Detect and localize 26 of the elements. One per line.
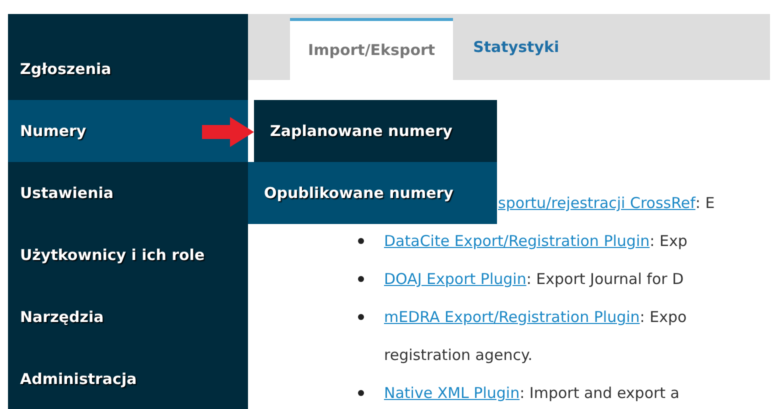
plugin-description: : Import and export a xyxy=(520,383,680,404)
bullet-icon xyxy=(358,390,364,396)
tab[interactable]: Import/Eksport xyxy=(290,18,454,80)
arrow-icon xyxy=(202,117,254,147)
bullet-icon xyxy=(358,238,364,244)
plugin-description: : Export Journal for D xyxy=(526,269,684,290)
bullet-icon xyxy=(358,276,364,282)
tab[interactable]: Statystyki xyxy=(453,14,580,80)
submenu-item[interactable]: Opublikowane numery xyxy=(248,162,497,224)
plugin-link[interactable]: Native XML Plugin xyxy=(384,374,520,409)
sidebar-item[interactable]: Zgłoszenia xyxy=(8,14,248,100)
bullet-icon xyxy=(358,314,364,320)
plugin-description: : E xyxy=(695,193,715,214)
plugin-link[interactable]: DataCite Export/Registration Plugin xyxy=(384,222,650,260)
sidebar-item[interactable]: Użytkownicy i ich role xyxy=(8,224,248,286)
submenu-item[interactable]: Zaplanowane numery xyxy=(254,100,497,162)
plugin-link[interactable]: mEDRA Export/Registration Plugin xyxy=(384,298,640,336)
plugin-description: : Exp xyxy=(650,231,688,252)
plugin-link[interactable]: sportu/rejestracji CrossRef xyxy=(498,184,696,222)
sidebar-item[interactable]: Administracja xyxy=(8,348,248,409)
plugin-description: : Expo xyxy=(640,307,687,328)
sidebar-item[interactable]: Ustawienia xyxy=(8,162,248,224)
sidebar-item[interactable]: Narzędzia xyxy=(8,286,248,348)
plugin-link[interactable]: DOAJ Export Plugin xyxy=(384,260,526,298)
plugin-description: registration agency. xyxy=(384,345,533,366)
sidebar-item[interactable]: Numery xyxy=(8,100,248,162)
